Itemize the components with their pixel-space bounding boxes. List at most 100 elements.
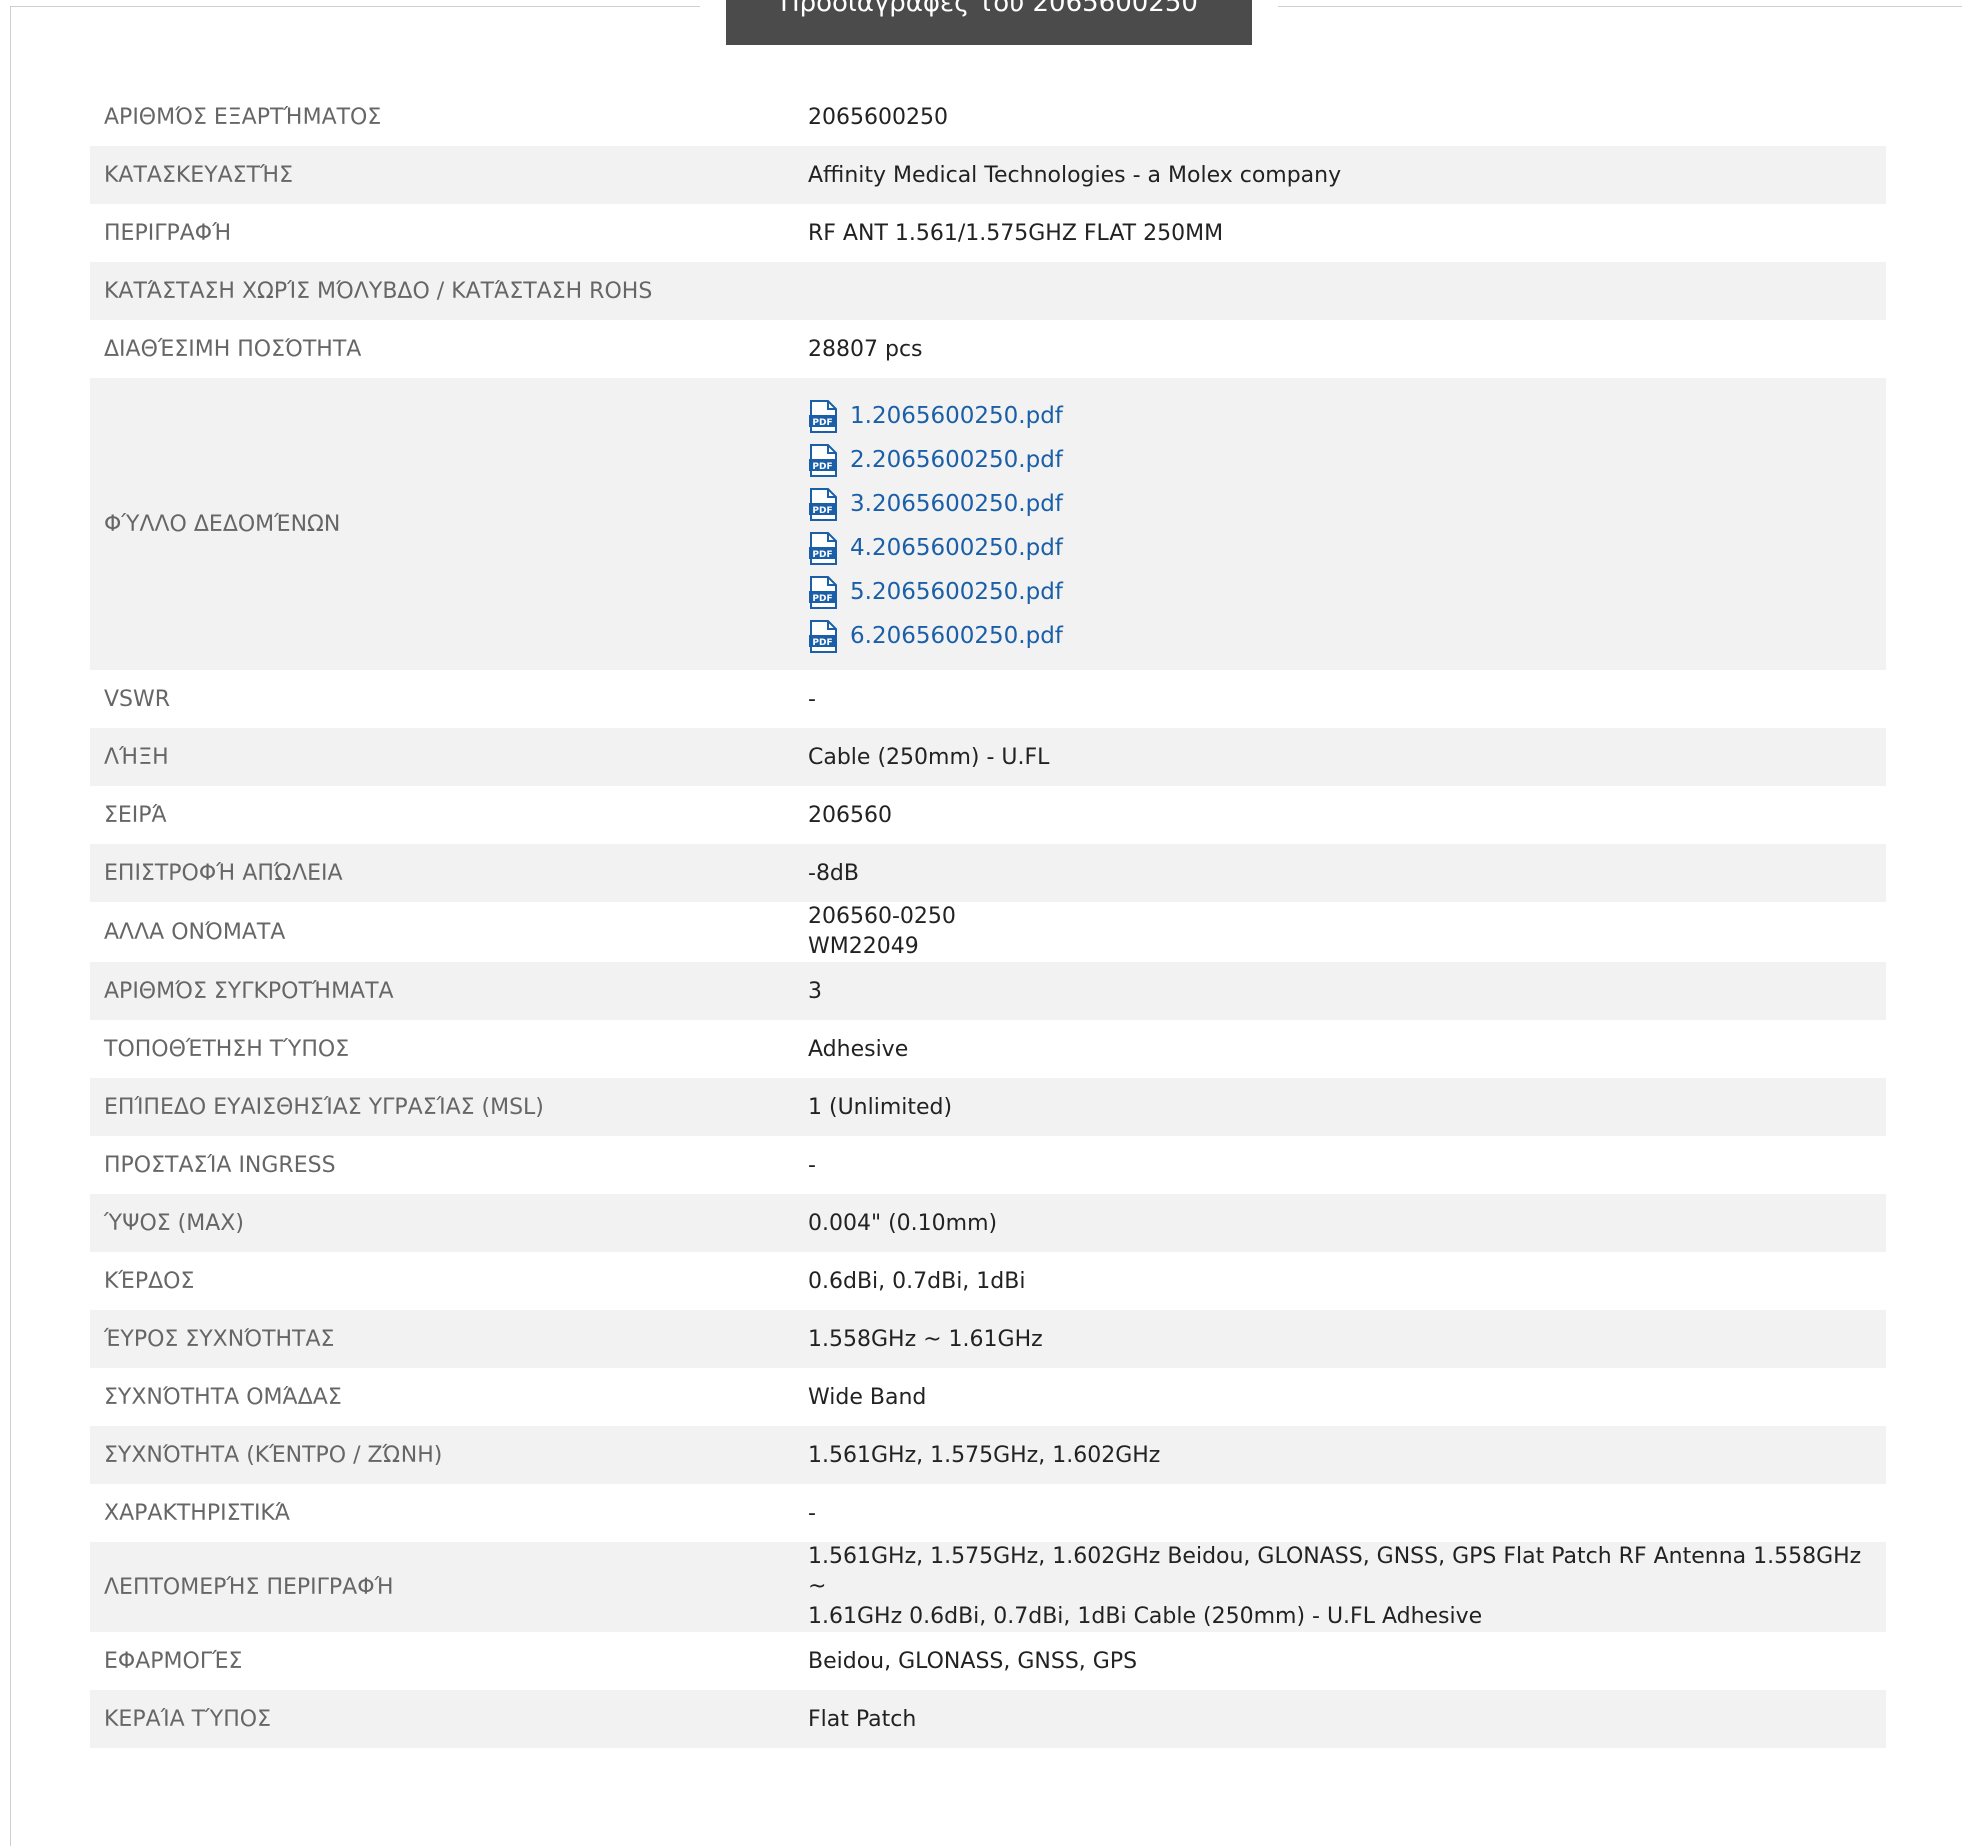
pdf-icon: PDF	[808, 575, 838, 609]
spec-value: -	[808, 1500, 816, 1526]
spec-row-frequency-group: ΣΥΧΝΌΤΗΤΑ ΟΜΆΔΑΣ Wide Band	[90, 1368, 1886, 1426]
spec-row-number-of-assemblies: ΑΡΙΘΜΌΣ ΣΥΓΚΡΟΤΉΜΑΤΑ 3	[90, 962, 1886, 1020]
spec-label: ΣΥΧΝΌΤΗΤΑ ΟΜΆΔΑΣ	[104, 1384, 342, 1410]
svg-text:PDF: PDF	[812, 594, 832, 604]
svg-text:PDF: PDF	[812, 638, 832, 648]
spec-row-msl: ΕΠΊΠΕΔΟ ΕΥΑΙΣΘΗΣΊΑΣ ΥΓΡΑΣΊΑΣ (MSL) 1 (Un…	[90, 1078, 1886, 1136]
pdf-icon: PDF	[808, 399, 838, 433]
datasheet-link-5[interactable]: PDF 5.2065600250.pdf	[808, 570, 1872, 614]
datasheet-filename: 4.2065600250.pdf	[850, 535, 1063, 561]
spec-label: VSWR	[104, 686, 171, 712]
spec-table: ΑΡΙΘΜΌΣ ΕΞΑΡΤΉΜΑΤΟΣ 2065600250 ΚΑΤΑΣΚΕΥΑ…	[90, 88, 1886, 1748]
spec-label: ΑΡΙΘΜΌΣ ΕΞΑΡΤΉΜΑΤΟΣ	[104, 104, 382, 130]
other-name: WM22049	[808, 934, 919, 959]
spec-value: 1 (Unlimited)	[808, 1094, 953, 1120]
spec-row-vswr: VSWR -	[90, 670, 1886, 728]
spec-label: ΠΡΟΣΤΑΣΊΑ INGRESS	[104, 1152, 336, 1178]
spec-label: ΠΕΡΙΓΡΑΦΉ	[104, 220, 232, 246]
spec-value: 2065600250	[808, 104, 948, 130]
spec-label: ΣΥΧΝΌΤΗΤΑ (ΚΈΝΤΡΟ / ΖΏΝΗ)	[104, 1442, 443, 1468]
spec-row-series: ΣΕΙΡΆ 206560	[90, 786, 1886, 844]
spec-label: ΛΉΞΗ	[104, 744, 169, 770]
spec-row-other-names: ΑΛΛΑ ΟΝΌΜΑΤΑ 206560-0250 WM22049	[90, 902, 1886, 962]
spec-value: -	[808, 1152, 816, 1178]
spec-value: -	[808, 686, 816, 712]
svg-text:PDF: PDF	[812, 418, 832, 428]
spec-row-height: ΎΨΟΣ (MAX) 0.004" (0.10mm)	[90, 1194, 1886, 1252]
datasheet-list: PDF 1.2065600250.pdf PDF 2.2065600250.pd…	[794, 378, 1886, 670]
spec-row-rohs-status: ΚΑΤΆΣΤΑΣΗ ΧΩΡΊΣ ΜΌΛΥΒΔΟ / ΚΑΤΆΣΤΑΣΗ ROHS	[90, 262, 1886, 320]
spec-row-applications: ΕΦΑΡΜΟΓΈΣ Beidou, GLONASS, GNSS, GPS	[90, 1632, 1886, 1690]
pdf-icon: PDF	[808, 443, 838, 477]
datasheet-link-2[interactable]: PDF 2.2065600250.pdf	[808, 438, 1872, 482]
spec-value: RF ANT 1.561/1.575GHZ FLAT 250MM	[808, 220, 1224, 246]
spec-value: 3	[808, 978, 822, 1004]
datasheet-filename: 3.2065600250.pdf	[850, 491, 1063, 517]
detailed-description-line: 1.61GHz 0.6dBi, 0.7dBi, 1dBi Cable (250m…	[808, 1604, 1483, 1629]
page-title: Προδιαγραφές του 2065600250	[780, 0, 1198, 18]
pdf-icon: PDF	[808, 531, 838, 565]
page-title-tab: Προδιαγραφές του 2065600250	[726, 0, 1252, 45]
datasheet-link-1[interactable]: PDF 1.2065600250.pdf	[808, 394, 1872, 438]
spec-label: ΤΟΠΟΘΈΤΗΣΗ ΤΎΠΟΣ	[104, 1036, 350, 1062]
spec-label: ΕΠΙΣΤΡΟΦΉ ΑΠΏΛΕΙΑ	[104, 860, 343, 886]
spec-value: 206560	[808, 802, 892, 828]
spec-label: ΚΕΡΑΊΑ ΤΎΠΟΣ	[104, 1706, 272, 1732]
spec-row-part-number: ΑΡΙΘΜΌΣ ΕΞΑΡΤΉΜΑΤΟΣ 2065600250	[90, 88, 1886, 146]
spec-label: ΑΡΙΘΜΌΣ ΣΥΓΚΡΟΤΉΜΑΤΑ	[104, 978, 394, 1004]
svg-text:PDF: PDF	[812, 550, 832, 560]
spec-row-frequency-center: ΣΥΧΝΌΤΗΤΑ (ΚΈΝΤΡΟ / ΖΏΝΗ) 1.561GHz, 1.57…	[90, 1426, 1886, 1484]
datasheet-link-3[interactable]: PDF 3.2065600250.pdf	[808, 482, 1872, 526]
spec-value	[794, 262, 1886, 320]
spec-value: 1.561GHz, 1.575GHz, 1.602GHz Beidou, GLO…	[794, 1542, 1886, 1632]
spec-row-return-loss: ΕΠΙΣΤΡΟΦΉ ΑΠΏΛΕΙΑ -8dB	[90, 844, 1886, 902]
spec-row-antenna-type: ΚΕΡΑΊΑ ΤΎΠΟΣ Flat Patch	[90, 1690, 1886, 1748]
spec-label: ΛΕΠΤΟΜΕΡΉΣ ΠΕΡΙΓΡΑΦΉ	[104, 1574, 394, 1600]
spec-label: ΎΨΟΣ (MAX)	[104, 1210, 244, 1236]
spec-row-mounting-type: ΤΟΠΟΘΈΤΗΣΗ ΤΎΠΟΣ Adhesive	[90, 1020, 1886, 1078]
spec-value: 28807 pcs	[808, 336, 923, 362]
pdf-icon: PDF	[808, 487, 838, 521]
spec-row-description: ΠΕΡΙΓΡΑΦΉ RF ANT 1.561/1.575GHZ FLAT 250…	[90, 204, 1886, 262]
spec-row-gain: ΚΈΡΔΟΣ 0.6dBi, 0.7dBi, 1dBi	[90, 1252, 1886, 1310]
other-name: 206560-0250	[808, 904, 956, 929]
spec-row-datasheet: ΦΎΛΛΟ ΔΕΔΟΜΈΝΩΝ PDF 1.2065600250.pdf PDF…	[90, 378, 1886, 670]
datasheet-filename: 2.2065600250.pdf	[850, 447, 1063, 473]
spec-value: 0.004" (0.10mm)	[808, 1210, 998, 1236]
spec-row-detailed-description: ΛΕΠΤΟΜΕΡΉΣ ΠΕΡΙΓΡΑΦΉ 1.561GHz, 1.575GHz,…	[90, 1542, 1886, 1632]
spec-row-features: ΧΑΡΑΚΤΗΡΙΣΤΙΚΆ -	[90, 1484, 1886, 1542]
spec-value: Beidou, GLONASS, GNSS, GPS	[808, 1648, 1138, 1674]
spec-row-termination: ΛΉΞΗ Cable (250mm) - U.FL	[90, 728, 1886, 786]
spec-value: 0.6dBi, 0.7dBi, 1dBi	[808, 1268, 1026, 1294]
spec-value: 206560-0250 WM22049	[794, 902, 1886, 962]
spec-value: -8dB	[808, 860, 859, 886]
datasheet-link-6[interactable]: PDF 6.2065600250.pdf	[808, 614, 1872, 658]
spec-row-ingress-protection: ΠΡΟΣΤΑΣΊΑ INGRESS -	[90, 1136, 1886, 1194]
spec-value: Adhesive	[808, 1036, 909, 1062]
spec-row-frequency-range: ΈΥΡΟΣ ΣΥΧΝΌΤΗΤΑΣ 1.558GHz ~ 1.61GHz	[90, 1310, 1886, 1368]
spec-label: ΔΙΑΘΈΣΙΜΗ ΠΟΣΌΤΗΤΑ	[104, 336, 362, 362]
svg-text:PDF: PDF	[812, 462, 832, 472]
spec-value: 1.558GHz ~ 1.61GHz	[808, 1326, 1043, 1352]
datasheet-link-4[interactable]: PDF 4.2065600250.pdf	[808, 526, 1872, 570]
datasheet-filename: 6.2065600250.pdf	[850, 623, 1063, 649]
spec-row-manufacturer: ΚΑΤΑΣΚΕΥΑΣΤΉΣ Affinity Medical Technolog…	[90, 146, 1886, 204]
detailed-description-line: 1.561GHz, 1.575GHz, 1.602GHz Beidou, GLO…	[808, 1544, 1862, 1599]
spec-label: ΕΠΊΠΕΔΟ ΕΥΑΙΣΘΗΣΊΑΣ ΥΓΡΑΣΊΑΣ (MSL)	[104, 1094, 544, 1120]
spec-label: ΕΦΑΡΜΟΓΈΣ	[104, 1648, 243, 1674]
spec-label: ΧΑΡΑΚΤΗΡΙΣΤΙΚΆ	[104, 1500, 291, 1526]
spec-row-available-quantity: ΔΙΑΘΈΣΙΜΗ ΠΟΣΌΤΗΤΑ 28807 pcs	[90, 320, 1886, 378]
spec-label: ΚΑΤΆΣΤΑΣΗ ΧΩΡΊΣ ΜΌΛΥΒΔΟ / ΚΑΤΆΣΤΑΣΗ ROHS	[104, 278, 653, 304]
spec-value: Cable (250mm) - U.FL	[808, 744, 1050, 770]
spec-label: ΑΛΛΑ ΟΝΌΜΑΤΑ	[104, 919, 286, 945]
spec-label: ΦΎΛΛΟ ΔΕΔΟΜΈΝΩΝ	[104, 511, 341, 537]
spec-label: ΈΥΡΟΣ ΣΥΧΝΌΤΗΤΑΣ	[104, 1326, 335, 1352]
spec-label: ΚΑΤΑΣΚΕΥΑΣΤΉΣ	[104, 162, 294, 188]
spec-value: Wide Band	[808, 1384, 927, 1410]
pdf-icon: PDF	[808, 619, 838, 653]
spec-value: Affinity Medical Technologies - a Molex …	[808, 162, 1342, 188]
datasheet-filename: 5.2065600250.pdf	[850, 579, 1063, 605]
spec-value: Flat Patch	[808, 1706, 917, 1732]
svg-text:PDF: PDF	[812, 506, 832, 516]
spec-label: ΣΕΙΡΆ	[104, 802, 167, 828]
